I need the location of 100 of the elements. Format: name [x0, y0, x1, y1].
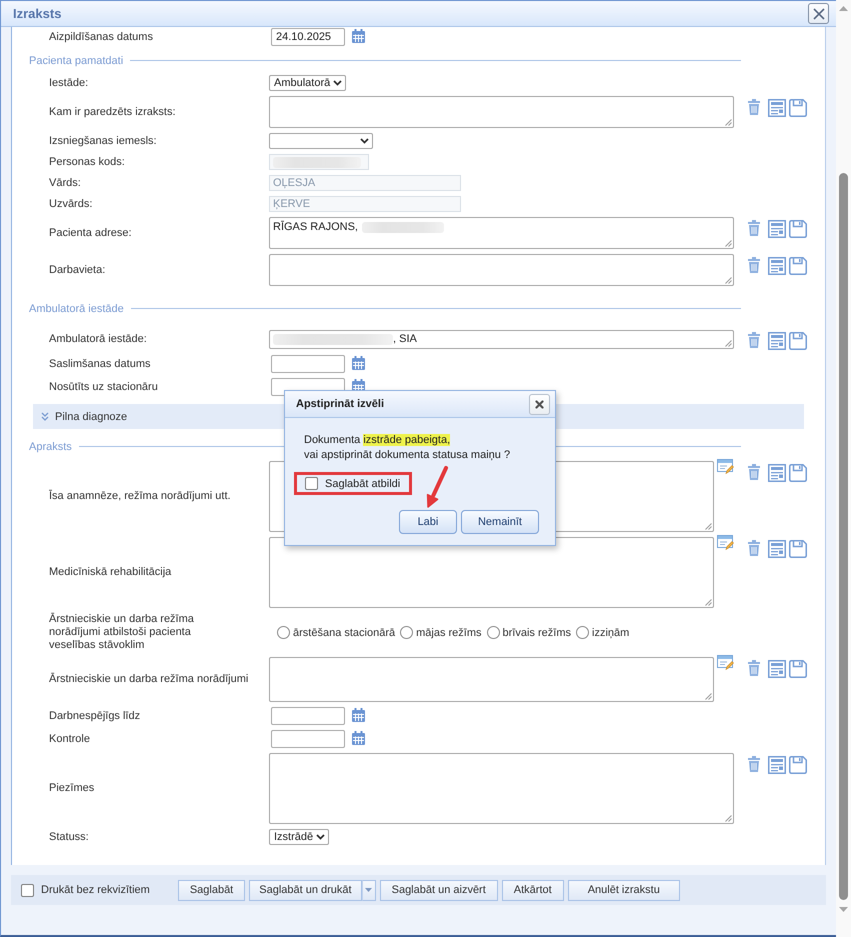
field-label: Kontrole — [49, 732, 90, 746]
resize-grip-icon[interactable] — [705, 693, 712, 700]
radio-option[interactable]: ārstēšana stacionārā — [277, 626, 396, 639]
trash-icon[interactable] — [748, 257, 760, 273]
close-icon — [812, 8, 824, 20]
field-label: Īsa anamnēze, režīma norādījumi utt. — [49, 490, 231, 503]
save-icon[interactable] — [789, 332, 807, 350]
save-and-close-button[interactable]: Saglabāt un aizvērt — [380, 880, 498, 900]
field-label: Darbnespējīgs līdz — [49, 710, 140, 722]
trash-icon[interactable] — [748, 660, 760, 676]
document-icon[interactable] — [768, 220, 786, 238]
calendar-icon[interactable] — [352, 708, 365, 722]
note-pencil-icon[interactable] — [717, 459, 734, 474]
resize-grip-icon[interactable] — [705, 523, 712, 530]
save-icon[interactable] — [789, 660, 807, 678]
text-area[interactable]: RĪGAS RAJONS, — [269, 217, 734, 249]
resize-grip-icon[interactable] — [725, 240, 732, 247]
field-label: Vārds: — [49, 176, 81, 190]
scrollbar-thumb[interactable] — [839, 173, 848, 900]
save-icon[interactable] — [789, 257, 807, 275]
resize-grip-icon[interactable] — [705, 599, 712, 606]
radio-option[interactable]: izziņām — [576, 626, 630, 639]
section-title: Ambulatorā iestāde — [29, 302, 124, 314]
scroll-down-icon[interactable] — [839, 907, 848, 912]
date-field[interactable] — [271, 730, 345, 748]
checkbox-option[interactable]: Saglabāt atbildi — [305, 477, 400, 490]
field-label: Statuss: — [49, 830, 89, 844]
caret-down-icon — [365, 888, 372, 892]
field-label: Uzvārds: — [49, 198, 92, 210]
close-button[interactable] — [808, 3, 829, 24]
collapsible-toggle[interactable]: Pilna diagnoze — [41, 410, 128, 422]
trash-icon[interactable] — [748, 540, 760, 556]
checkbox-option[interactable]: Drukāt bez rekvizītiem — [21, 884, 150, 896]
document-icon[interactable] — [768, 540, 786, 558]
text-area[interactable] — [269, 254, 734, 286]
document-icon[interactable] — [768, 660, 786, 678]
resize-grip-icon[interactable] — [725, 340, 732, 347]
radio-option[interactable]: brīvais režīms — [486, 626, 571, 639]
ok-button[interactable]: Labi — [398, 510, 457, 534]
close-button[interactable] — [529, 394, 550, 414]
scroll-up-icon[interactable] — [839, 6, 848, 11]
radio-button[interactable] — [400, 626, 414, 639]
trash-icon[interactable] — [748, 756, 760, 772]
dialog-title: Apstiprināt izvēli — [296, 398, 386, 410]
field-label: Saslimšanas datums — [49, 358, 150, 370]
calendar-icon[interactable] — [352, 29, 365, 43]
trash-icon[interactable] — [748, 220, 760, 236]
radio-button[interactable] — [576, 626, 589, 639]
save-button[interactable]: Saglabāt — [178, 880, 246, 900]
dropdown-toggle-button[interactable] — [362, 880, 376, 900]
date-field[interactable]: 24.10.2025 — [271, 28, 345, 46]
save-icon[interactable] — [789, 464, 807, 482]
field-label: Darbavieta: — [49, 264, 106, 276]
resize-grip-icon[interactable] — [725, 277, 732, 284]
save-icon[interactable] — [789, 220, 807, 238]
radio-button[interactable] — [277, 626, 290, 639]
calendar-icon[interactable] — [352, 356, 365, 370]
date-field[interactable] — [271, 355, 345, 373]
resize-grip-icon[interactable] — [725, 815, 732, 822]
save-icon[interactable] — [789, 99, 807, 117]
trash-icon[interactable] — [748, 464, 760, 480]
text-area[interactable] — [269, 753, 734, 824]
document-icon[interactable] — [768, 464, 786, 482]
document-icon[interactable] — [768, 257, 786, 275]
document-icon[interactable] — [768, 756, 786, 774]
field-label: Personas kods: — [49, 156, 125, 168]
document-icon[interactable] — [768, 332, 786, 350]
dropdown[interactable] — [269, 133, 373, 149]
text-area[interactable] — [269, 96, 734, 128]
save-and-print-button[interactable]: Saglabāt un drukāt — [249, 880, 362, 900]
field-label: Aizpildīšanas datums — [49, 30, 153, 44]
document-icon[interactable] — [768, 99, 786, 117]
save-icon[interactable] — [789, 540, 807, 558]
trash-icon[interactable] — [748, 332, 760, 348]
cancel-statement-button[interactable]: Anulēt izrakstu — [568, 880, 680, 900]
dropdown[interactable]: Izstrādē — [269, 829, 330, 845]
trash-icon[interactable] — [748, 99, 760, 115]
text-area[interactable] — [269, 657, 714, 702]
text-area[interactable] — [269, 537, 714, 608]
save-icon[interactable] — [789, 756, 807, 774]
checkbox[interactable] — [305, 477, 318, 490]
radio-button[interactable] — [486, 626, 500, 639]
field-label: Ārstnieciskie un darba režīma norādījumi — [49, 673, 248, 686]
dropdown[interactable]: Ambulatorā — [269, 75, 346, 91]
text-area[interactable]: , SIA — [269, 330, 734, 349]
note-pencil-icon[interactable] — [717, 655, 734, 670]
chevron-down-icon — [333, 80, 342, 86]
field-label: Iestāde: — [49, 76, 88, 90]
radio-option[interactable]: mājas režīms — [400, 626, 482, 639]
section-title: Apraksts — [29, 440, 72, 452]
resize-grip-icon[interactable] — [725, 119, 732, 126]
section-title: Pacienta pamatdati — [29, 54, 124, 66]
calendar-icon[interactable] — [352, 731, 365, 745]
repeat-button[interactable]: Atkārtot — [502, 880, 564, 900]
date-field[interactable] — [271, 707, 345, 725]
no-change-button[interactable]: Nemainīt — [460, 510, 539, 534]
checkbox[interactable] — [21, 884, 34, 896]
note-pencil-icon[interactable] — [717, 535, 734, 550]
field-label: Medicīniskā rehabilitācija — [49, 566, 172, 579]
scrollbar[interactable] — [836, 0, 851, 937]
